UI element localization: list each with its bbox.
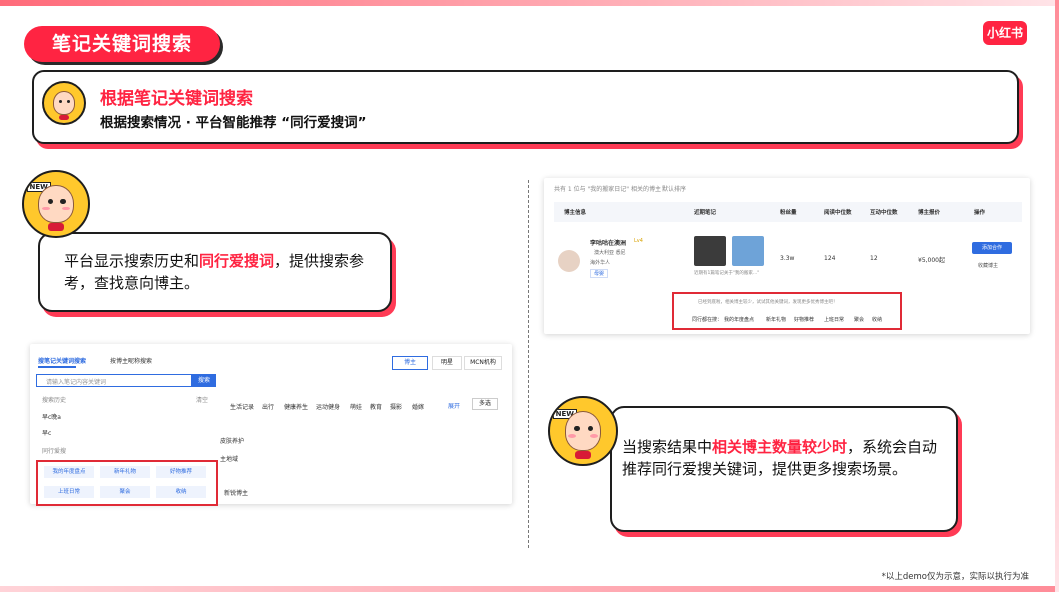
filter-new-blogger[interactable]: 新锐博主	[224, 488, 248, 497]
history-item[interactable]: 早c晚a	[42, 412, 61, 421]
dashed-divider	[528, 180, 529, 548]
multi-select-button[interactable]: 多选	[472, 398, 498, 410]
result-summary: 共有 1 位与 "我的搬家日记" 相关的博主	[554, 186, 661, 193]
col-header[interactable]: 博主报价	[918, 208, 940, 216]
mascot-avatar-icon: NEW	[548, 396, 618, 466]
results-table-screenshot: 共有 1 位与 "我的搬家日记" 相关的博主 默认排序 博主信息 近期笔记 粉丝…	[544, 178, 1030, 334]
mascot-avatar-icon	[42, 81, 86, 125]
category-item[interactable]: 出行	[262, 402, 274, 411]
page-title: 笔记关键词搜索	[24, 26, 220, 62]
header-subtitle: 根据搜索情况 · 平台智能推荐 “同行爱搜词”	[100, 115, 367, 131]
right-bubble-highlight: 相关博主数量较少时	[712, 438, 848, 456]
peer-search-prefix: 同行都在搜：	[692, 317, 723, 323]
recommend-highlight-box	[672, 292, 902, 330]
peer-word-link[interactable]: 好物推荐	[794, 316, 814, 323]
recent-note-thumb[interactable]	[732, 236, 764, 266]
col-header[interactable]: 互动中位数	[870, 208, 898, 216]
tab-blogger[interactable]: 博主	[392, 356, 428, 370]
left-bubble-highlight: 同行爱搜词	[199, 252, 275, 270]
peer-word-link[interactable]: 新年礼物	[766, 316, 786, 323]
peer-word-chip[interactable]: 上班日常	[44, 486, 94, 498]
peer-word-link[interactable]: 我的年度盘点	[724, 316, 754, 323]
tab-mcn[interactable]: MCN机构	[464, 356, 502, 370]
peer-word-link[interactable]: 上班日常	[824, 316, 844, 323]
recent-note-thumb[interactable]	[694, 236, 726, 266]
read-median-value: 124	[824, 255, 836, 262]
note-caption: 近期有1篇笔记关于"我的搬家..."	[694, 271, 760, 276]
category-item[interactable]: 婚嫁	[412, 402, 424, 411]
header-card: 根据笔记关键词搜索 根据搜索情况 · 平台智能推荐 “同行爱搜词”	[32, 70, 1019, 144]
history-label: 搜索历史	[42, 397, 67, 404]
col-header: 近期笔记	[694, 210, 717, 216]
peer-word-link[interactable]: 聚会	[854, 316, 864, 323]
expand-button[interactable]: 展开	[448, 401, 460, 410]
blogger-tag: 母婴	[590, 269, 609, 278]
right-border	[1055, 0, 1059, 592]
search-button[interactable]: 搜索	[192, 374, 216, 387]
peer-word-chip[interactable]: 聚会	[100, 486, 150, 498]
peer-word-chip[interactable]: 新年礼物	[100, 466, 150, 478]
filter-region[interactable]: 主地域	[220, 454, 238, 463]
top-border	[0, 0, 1059, 6]
filter-skin-care[interactable]: 皮肤养护	[220, 436, 244, 445]
favorite-blogger-button[interactable]: 收藏博主	[978, 262, 998, 269]
right-bubble-text-1: 当搜索结果中	[622, 438, 713, 456]
footnote: *以上demo仅为示意，实际以执行为准	[881, 572, 1029, 582]
col-header: 操作	[974, 210, 986, 216]
right-description-bubble: 当搜索结果中相关博主数量较少时，系统会自动推荐同行爱搜关键词，提供更多搜索场景。	[610, 406, 958, 532]
clear-history-button[interactable]: 清空	[196, 395, 208, 404]
peer-word-chip[interactable]: 我的年度盘点	[44, 466, 94, 478]
price-value: ¥5,000起	[918, 257, 945, 264]
blogger-avatar[interactable]	[558, 250, 580, 272]
sort-dropdown[interactable]: 默认排序	[662, 184, 686, 193]
category-item[interactable]: 健康养生	[284, 402, 308, 411]
tab-keyword-search[interactable]: 搜笔记关键词搜索	[38, 356, 86, 365]
category-item[interactable]: 萌娃	[350, 402, 362, 411]
add-cooperation-button[interactable]: 添加合作	[972, 242, 1012, 254]
xiaohongshu-logo: 小红书	[983, 21, 1027, 45]
bottom-border	[0, 586, 1059, 592]
header-title: 根据笔记关键词搜索	[100, 89, 253, 109]
fans-value: 3.3w	[780, 255, 795, 262]
category-item[interactable]: 运动健身	[316, 402, 340, 411]
blogger-name[interactable]: 李咕咕在澳洲	[590, 238, 626, 247]
col-header[interactable]: 粉丝量	[780, 208, 797, 216]
search-panel-screenshot: 搜笔记关键词搜索 按博主昵称搜索 博主 明星 MCN机构 请输入笔记内容关键词 …	[30, 344, 512, 506]
left-bubble-text-1: 平台显示搜索历史和	[64, 252, 200, 270]
col-header: 博主信息	[564, 210, 587, 216]
col-header[interactable]: 阅读中位数	[824, 208, 852, 216]
history-item[interactable]: 早c	[42, 428, 51, 437]
tab-star[interactable]: 明星	[432, 356, 462, 370]
mascot-avatar-icon: NEW	[22, 170, 90, 238]
left-description-bubble: 平台显示搜索历史和同行爱搜词，提供搜索参考，查找意向博主。	[38, 232, 392, 312]
blogger-location: 澳大利亚 悉尼	[594, 250, 626, 256]
level-badge: Lv4	[634, 238, 643, 244]
search-input-placeholder: 请输入笔记内容关键词	[46, 379, 107, 386]
peer-word-chip[interactable]: 收纳	[156, 486, 206, 498]
peer-search-label: 同行爱搜	[42, 448, 67, 455]
interact-median-value: 12	[870, 255, 878, 262]
tab-nickname-search[interactable]: 按博主昵称搜索	[110, 356, 152, 365]
category-item[interactable]: 生活记录	[230, 402, 254, 411]
category-item[interactable]: 教育	[370, 402, 382, 411]
empty-results-hint: 已经到底啦，相关博主较少，试试其他关键词，发现更多优秀博主吧！	[698, 300, 838, 305]
active-tab-underline	[38, 366, 76, 368]
blogger-desc: 海外华人	[590, 260, 611, 266]
peer-word-chip[interactable]: 好物推荐	[156, 466, 206, 478]
category-item[interactable]: 摄影	[390, 402, 402, 411]
peer-word-link[interactable]: 收纳	[872, 316, 882, 323]
